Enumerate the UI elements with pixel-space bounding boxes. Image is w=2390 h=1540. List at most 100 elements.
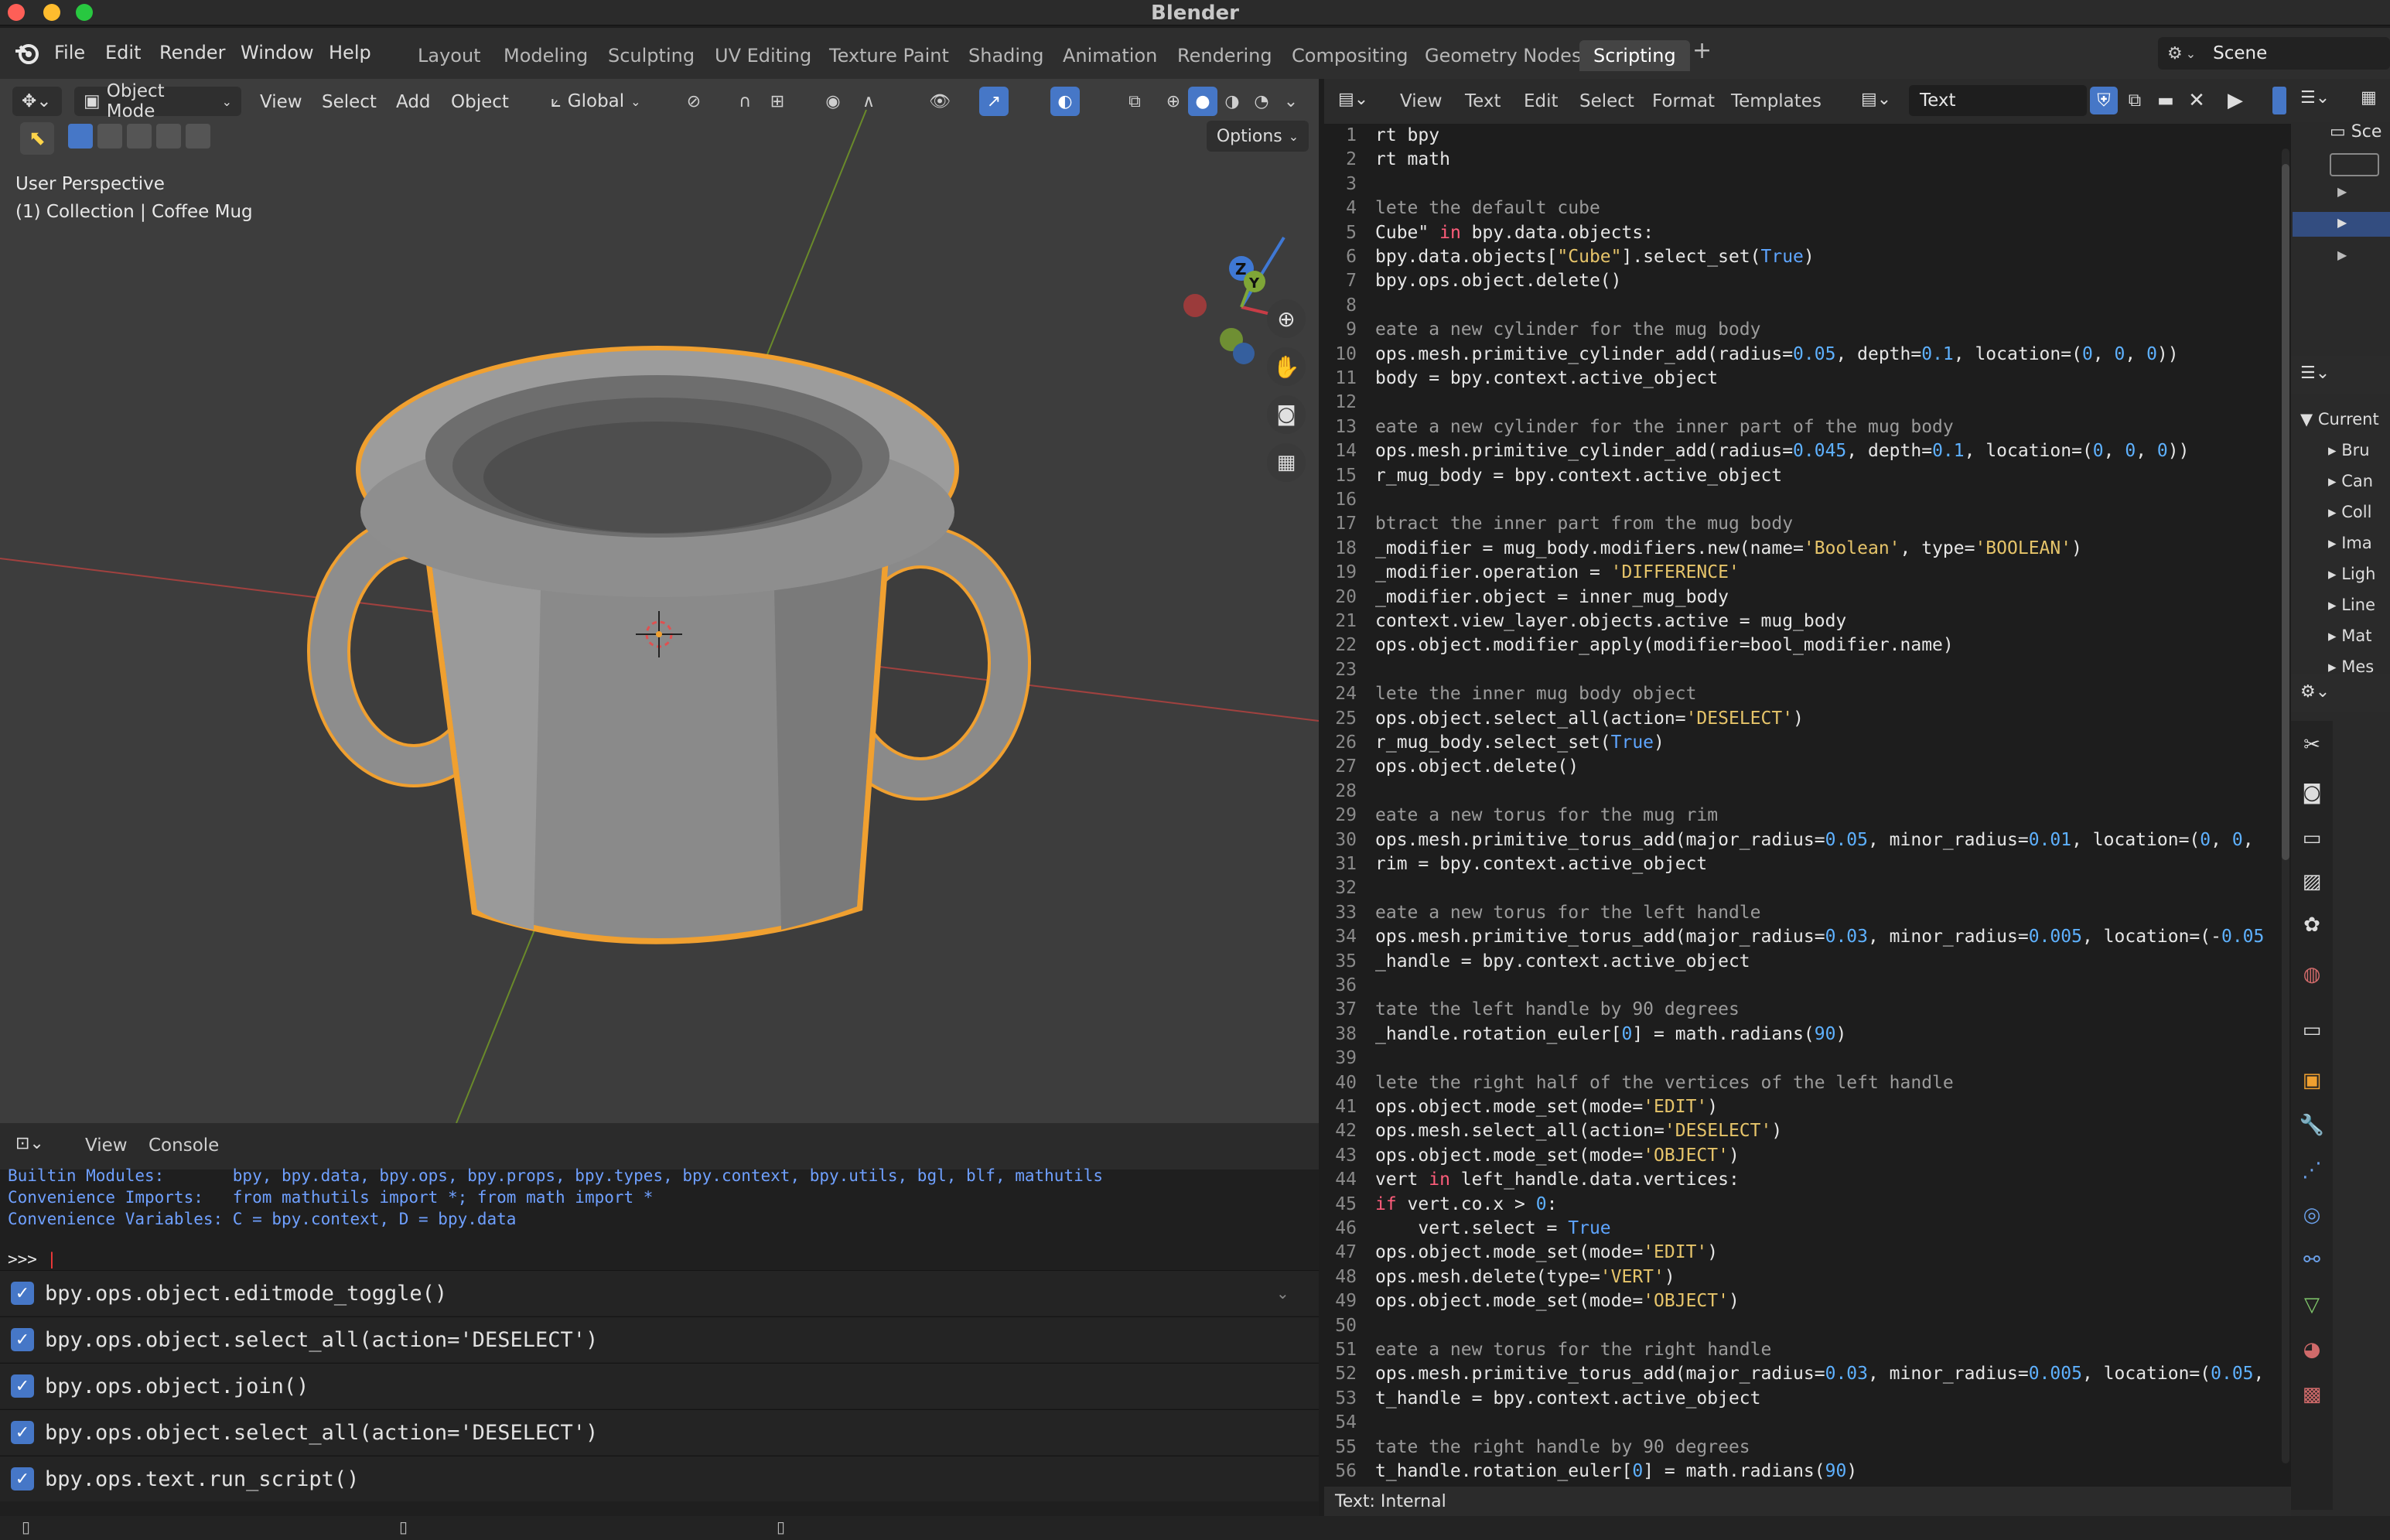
code-line[interactable]: 31 rim = bpy.context.active_object	[1324, 854, 2291, 878]
snap-icon[interactable]: ∩	[730, 87, 760, 116]
code-line[interactable]: 50	[1324, 1316, 2291, 1340]
proportional-edit-icon[interactable]: ◉	[818, 87, 848, 116]
viewport-menu-select[interactable]: Select	[322, 92, 377, 112]
transform-orientation-selector[interactable]: ⟀ Global ⌄	[541, 87, 665, 116]
code-line[interactable]: 6 bpy.data.objects["Cube"].select_set(Tru…	[1324, 247, 2291, 271]
blender-logo-icon[interactable]	[14, 40, 40, 67]
select-tool-icon[interactable]: ⬉	[20, 122, 54, 155]
code-line[interactable]: 34 ops.mesh.primitive_torus_add(major_rad…	[1324, 927, 2291, 951]
list-item[interactable]: ▸ Bru	[2328, 435, 2390, 466]
tab-compositing[interactable]: Compositing	[1278, 40, 1422, 71]
history-row[interactable]: ✓ bpy.ops.object.join()	[0, 1363, 1319, 1409]
code-line[interactable]: 47 ops.object.mode_set(mode='EDIT')	[1324, 1242, 2291, 1266]
code-line[interactable]: 5 Cube" in bpy.data.objects:	[1324, 223, 2291, 247]
code-line[interactable]: 52 ops.mesh.primitive_torus_add(major_rad…	[1324, 1364, 2291, 1388]
te-menu-format[interactable]: Format	[1652, 91, 1715, 111]
visibility-icon[interactable]: 👁	[925, 87, 954, 116]
list-item[interactable]: ▸ Mat	[2328, 620, 2390, 651]
select-intersect-icon[interactable]	[186, 124, 210, 149]
tab-animation[interactable]: Animation	[1049, 40, 1171, 71]
outliner-selected-row[interactable]: ▶	[2293, 212, 2390, 237]
code-line[interactable]: 33 eate a new torus for the left handle	[1324, 903, 2291, 927]
modifier-properties-icon[interactable]: 🔧	[2291, 1103, 2333, 1148]
camera-view-icon[interactable]: ◙	[1267, 395, 1306, 434]
pivot-point-icon[interactable]: ⊘	[679, 87, 708, 116]
pan-hand-icon[interactable]: ✋	[1267, 347, 1306, 386]
python-console[interactable]: ⊡⌄ View Console Builtin Modules: bpy, bp…	[0, 1123, 1319, 1516]
chevron-down-icon[interactable]: ⌄	[1276, 1284, 1289, 1303]
viewport-menu-add[interactable]: Add	[396, 92, 431, 112]
code-line[interactable]: 35 _handle = bpy.context.active_object	[1324, 951, 2291, 975]
te-menu-edit[interactable]: Edit	[1524, 91, 1559, 111]
text-editor[interactable]: ▤⌄ View Text Edit Select Format Template…	[1324, 79, 2291, 1516]
outliner-editor-type-icon[interactable]: ☰⌄	[2300, 88, 2330, 108]
code-line[interactable]: 22 ops.object.modifier_apply(modifier=boo…	[1324, 635, 2291, 659]
code-line[interactable]: 25 ops.object.select_all(action='DESELECT…	[1324, 709, 2291, 732]
code-line[interactable]: 13 eate a new cylinder for the inner part…	[1324, 417, 2291, 441]
code-line[interactable]: 51 eate a new torus for the right handle	[1324, 1340, 2291, 1364]
unlink-close-icon[interactable]: ✕	[2183, 87, 2211, 114]
tab-layout[interactable]: Layout	[404, 40, 495, 71]
collection-icon[interactable]	[2330, 153, 2379, 176]
view-layer-icon[interactable]: ▨	[2291, 860, 2333, 903]
tab-shading[interactable]: Shading	[954, 40, 1058, 71]
properties-editor-icon[interactable]: ⚙⌄	[2300, 682, 2330, 702]
code-line[interactable]: 32	[1324, 878, 2291, 902]
world-properties-icon[interactable]: ◍	[2291, 947, 2333, 1002]
viewport-menu-object[interactable]: Object	[451, 92, 509, 112]
object-properties-icon[interactable]: ▣	[2291, 1058, 2333, 1103]
code-line[interactable]: 9 eate a new cylinder for the mug body	[1324, 319, 2291, 343]
material-shading-icon[interactable]: ◑	[1217, 87, 1247, 116]
falloff-icon[interactable]: ∧	[854, 87, 883, 116]
code-line[interactable]: 7 bpy.ops.object.delete()	[1324, 271, 2291, 295]
rendered-shading-icon[interactable]: ◔	[1247, 87, 1276, 116]
code-line[interactable]: 28	[1324, 781, 2291, 805]
add-workspace-button[interactable]: +	[1692, 37, 1712, 64]
code-line[interactable]: 3	[1324, 174, 2291, 198]
options-button[interactable]: Options ⌄	[1207, 121, 1309, 152]
snap-increment-icon[interactable]: ⊞	[763, 87, 792, 116]
code-line[interactable]: 10 ops.mesh.primitive_cylinder_add(radius…	[1324, 344, 2291, 368]
code-line[interactable]: 4 lete the default cube	[1324, 198, 2291, 222]
list-item[interactable]: ▸ Ima	[2328, 528, 2390, 558]
code-line[interactable]: 12	[1324, 392, 2291, 416]
collection-properties-icon[interactable]: ▭	[2291, 1002, 2333, 1058]
code-line[interactable]: 17 btract the inner part from the mug bod…	[1324, 514, 2291, 538]
show-gizmo-icon[interactable]: ↗	[979, 87, 1009, 116]
code-line[interactable]: 49 ops.object.mode_set(mode='OBJECT')	[1324, 1291, 2291, 1315]
mode-selector[interactable]: ▣ Object Mode ⌄	[74, 81, 241, 121]
code-line[interactable]: 20 _modifier.object = inner_mug_body	[1324, 587, 2291, 611]
line-numbers-toggle-icon[interactable]	[2272, 87, 2286, 114]
code-line[interactable]: 27 ops.object.delete()	[1324, 756, 2291, 780]
code-line[interactable]: 42 ops.mesh.select_all(action='DESELECT')	[1324, 1121, 2291, 1145]
code-line[interactable]: 21 context.view_layer.objects.active = mu…	[1324, 611, 2291, 635]
code-line[interactable]: 23	[1324, 660, 2291, 684]
console-menu-console[interactable]: Console	[149, 1135, 219, 1156]
run-script-play-icon[interactable]: ▶	[2221, 87, 2249, 114]
open-folder-icon[interactable]: ▬	[2152, 87, 2180, 114]
te-menu-view[interactable]: View	[1400, 91, 1443, 111]
outliner-scene-item[interactable]: ▭ Sce	[2330, 122, 2381, 142]
code-scrollbar[interactable]	[2282, 149, 2289, 1463]
scene-selector[interactable]: ⚙ ⌄ Scene	[2158, 37, 2390, 70]
show-overlays-icon[interactable]: ◐	[1050, 87, 1080, 116]
text-browse-icon[interactable]: ▤⌄	[1861, 90, 1891, 109]
text-editor-type-icon[interactable]: ▤⌄	[1338, 90, 1368, 109]
constraints-icon[interactable]: ⚯	[2291, 1238, 2333, 1282]
output-properties-icon[interactable]: ▭	[2291, 817, 2333, 860]
code-line[interactable]: 37 tate the left handle by 90 degrees	[1324, 999, 2291, 1023]
viewport-menu-view[interactable]: View	[260, 92, 302, 112]
code-line[interactable]: 45 if vert.co.x > 0:	[1324, 1194, 2291, 1218]
tab-texture-paint[interactable]: Texture Paint	[815, 40, 963, 71]
3d-viewport[interactable]: Z Y X ✥⌄ ▣ Object Mode ⌄ View Select Add…	[0, 79, 1319, 1123]
code-line[interactable]: 44 vert in left_handle.data.vertices:	[1324, 1170, 2291, 1193]
code-line[interactable]: 40 lete the right half of the vertices of…	[1324, 1073, 2291, 1097]
history-row[interactable]: ✓ bpy.ops.object.select_all(action='DESEL…	[0, 1316, 1319, 1362]
list-item[interactable]: ▸ Line	[2328, 589, 2390, 620]
code-line[interactable]: 24 lete the inner mug body object	[1324, 684, 2291, 708]
xray-toggle-icon[interactable]: ⧉	[1120, 87, 1149, 116]
physics-icon[interactable]: ◎	[2291, 1193, 2333, 1238]
tab-rendering[interactable]: Rendering	[1163, 40, 1286, 71]
solid-shading-icon[interactable]: ●	[1188, 87, 1217, 116]
code-line[interactable]: 55 tate the right handle by 90 degrees	[1324, 1437, 2291, 1461]
